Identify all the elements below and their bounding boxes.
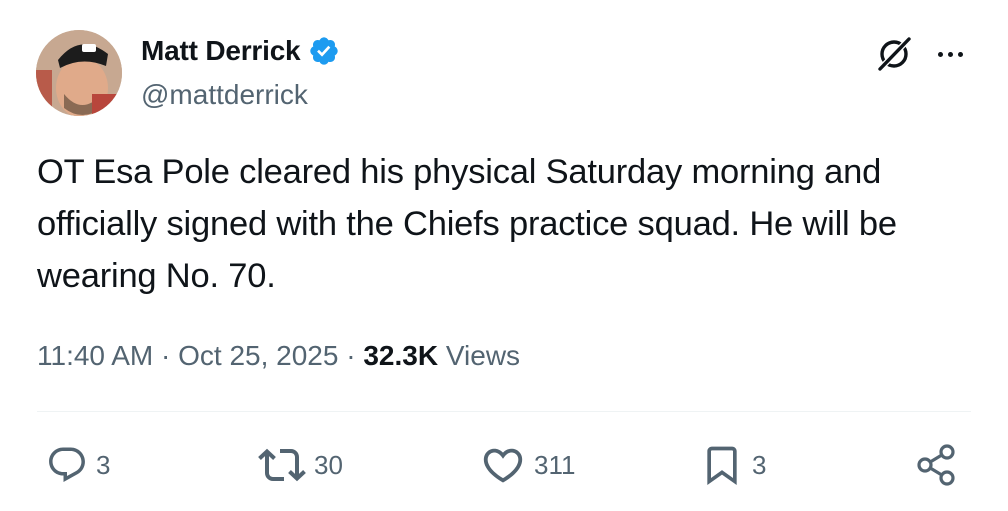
avatar[interactable] bbox=[36, 30, 122, 116]
tweet-time[interactable]: 11:40 AM bbox=[37, 340, 153, 371]
views-label: Views bbox=[445, 340, 521, 371]
repost-icon bbox=[258, 448, 306, 482]
tweet-card: Matt Derrick @mattderrick OT Esa Pole cl… bbox=[0, 0, 1008, 511]
tweet-text: OT Esa Pole cleared his physical Saturda… bbox=[37, 153, 897, 295]
author-handle[interactable]: @mattderrick bbox=[141, 78, 308, 112]
tweet-meta: 11:40 AM · Oct 25, 2025 · 32.3K Views bbox=[37, 338, 520, 374]
more-options-icon[interactable] bbox=[928, 34, 972, 74]
avatar-image bbox=[36, 30, 122, 116]
verified-badge-icon bbox=[310, 37, 339, 65]
bookmark-button[interactable]: 3 bbox=[700, 442, 766, 488]
meta-separator: · bbox=[338, 340, 364, 371]
reply-button[interactable]: 3 bbox=[46, 442, 110, 488]
bookmark-count: 3 bbox=[752, 449, 767, 480]
meta-separator: · bbox=[153, 340, 179, 371]
divider bbox=[37, 411, 971, 412]
repost-button[interactable]: 30 bbox=[258, 442, 343, 488]
like-button[interactable]: 311 bbox=[480, 442, 575, 488]
tweet-date[interactable]: Oct 25, 2025 bbox=[178, 340, 338, 371]
share-button[interactable] bbox=[914, 442, 960, 488]
more-dot bbox=[957, 51, 963, 57]
reply-count: 3 bbox=[96, 449, 111, 480]
author-display-name[interactable]: Matt Derrick bbox=[141, 34, 301, 68]
grok-icon[interactable] bbox=[872, 32, 916, 76]
reply-icon bbox=[49, 447, 85, 482]
bookmark-icon bbox=[707, 446, 737, 486]
share-icon bbox=[917, 444, 955, 486]
more-dot bbox=[937, 51, 943, 57]
more-dot bbox=[947, 51, 953, 57]
repost-count: 30 bbox=[314, 449, 343, 480]
like-icon bbox=[483, 448, 523, 483]
author-name-row: Matt Derrick bbox=[141, 34, 340, 68]
views-count: 32.3K bbox=[363, 340, 439, 371]
like-count: 311 bbox=[534, 449, 576, 480]
